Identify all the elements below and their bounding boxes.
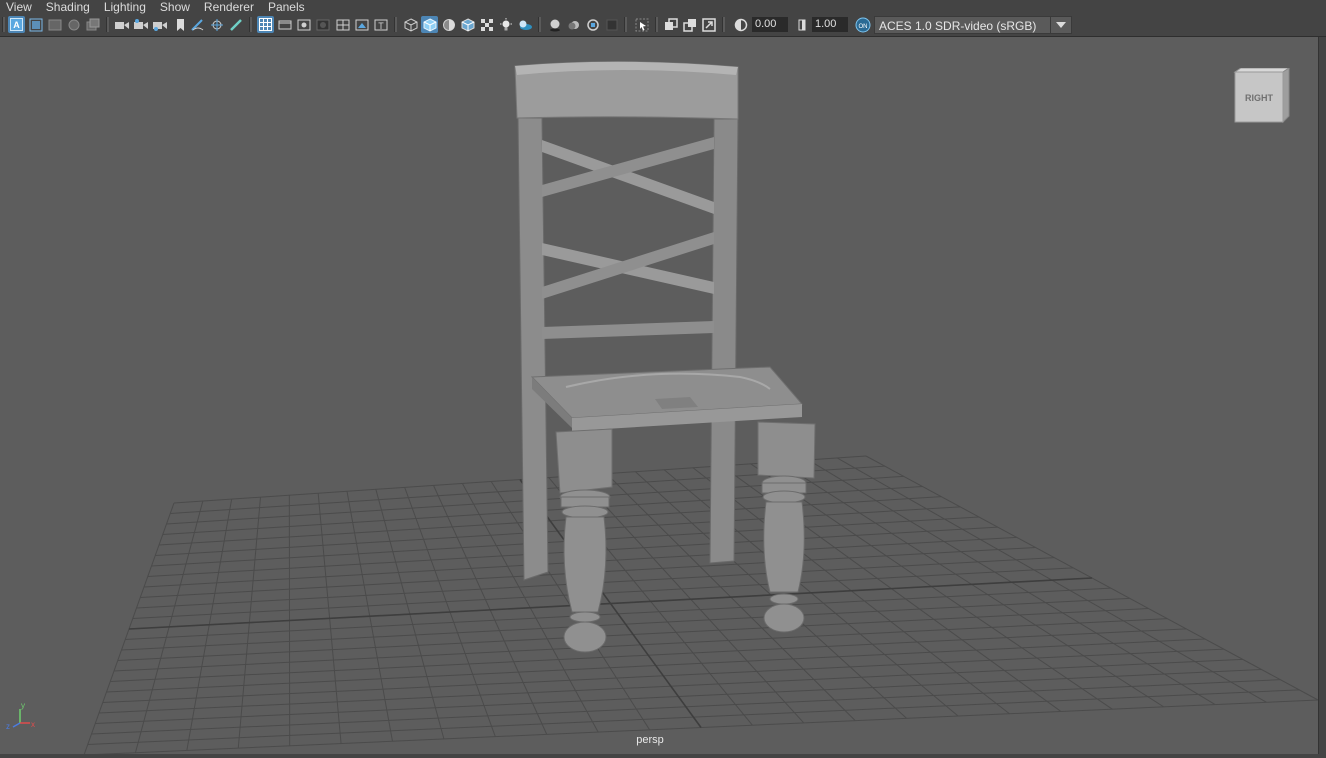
wireframe-on-shaded-icon[interactable] [459,16,476,33]
color-management-badge: ON [858,24,867,30]
image-plane-icon[interactable] [65,16,82,33]
bookmark-icon[interactable] [208,16,225,33]
exposure-icon[interactable] [732,16,749,33]
xray-joints-icon[interactable] [681,16,698,33]
safe-action-icon[interactable] [353,16,370,33]
svg-text:A: A [13,20,20,30]
panel-toolbar: A T 0.00 1.00 ON ACES 1.0 SDR-video (sRG… [0,14,1326,37]
default-material-icon[interactable] [440,16,457,33]
anti-aliasing-icon[interactable] [584,16,601,33]
gamma-field[interactable]: 1.00 [812,17,848,32]
menu-shading[interactable]: Shading [39,0,97,14]
2d-pan-zoom-icon[interactable] [84,16,101,33]
xray-components-icon[interactable] [700,16,717,33]
pencil-icon[interactable] [227,16,244,33]
shadows-icon[interactable] [516,16,533,33]
color-management-icon[interactable]: ON [854,16,871,33]
track-camera-icon[interactable] [151,16,168,33]
safe-title-icon[interactable]: T [372,16,389,33]
depth-of-field-icon[interactable] [603,16,620,33]
axis-z-label: z [6,722,10,731]
color-space-value: ACES 1.0 SDR-video (sRGB) [879,19,1037,33]
bookmark-icon[interactable] [171,16,188,33]
scene-canvas [83,61,1318,754]
axis-y-label: y [21,701,25,710]
panel-bottom-border [0,754,1326,758]
grid-icon[interactable] [257,16,274,33]
bookmarks-icon[interactable] [46,16,63,33]
axis-gizmo: y x z [4,701,38,735]
xray-icon[interactable] [662,16,679,33]
menu-view[interactable]: View [0,0,39,14]
motion-blur-icon[interactable] [565,16,582,33]
menu-lighting[interactable]: Lighting [97,0,153,14]
film-gate-icon[interactable] [276,16,293,33]
use-all-lights-icon[interactable] [497,16,514,33]
menu-panels[interactable]: Panels [261,0,312,14]
gate-mask-icon[interactable] [314,16,331,33]
smooth-shade-icon[interactable] [421,16,438,33]
perspective-viewport[interactable]: RIGHT y x z persp [0,37,1319,754]
axis-x-label: x [31,720,35,729]
grid-line [128,577,1093,630]
isolate-select-icon[interactable] [633,16,650,33]
screen-space-ao-icon[interactable] [546,16,563,33]
wireframe-icon[interactable] [402,16,419,33]
select-camera-icon[interactable]: A [8,16,25,33]
camera-name-label: persp [636,734,664,746]
chevron-down-icon [1050,17,1071,33]
gamma-icon[interactable] [793,16,810,33]
field-chart-icon[interactable] [334,16,351,33]
camera-icon[interactable] [113,16,130,33]
menu-show[interactable]: Show [153,0,197,14]
panel-menubar: View Shading Lighting Show Renderer Pane… [0,0,1326,14]
textured-icon[interactable] [478,16,495,33]
ground-grid [83,455,1318,754]
grease-pencil-icon[interactable] [189,16,206,33]
camera-attributes-icon[interactable] [27,16,44,33]
resolution-gate-icon[interactable] [295,16,312,33]
menu-renderer[interactable]: Renderer [197,0,261,14]
viewcube-face-label: RIGHT [1245,93,1274,103]
svg-text:T: T [378,21,384,31]
view-cube[interactable]: RIGHT [1231,67,1291,124]
color-space-dropdown[interactable]: ACES 1.0 SDR-video (sRGB) [874,16,1072,34]
lock-camera-icon[interactable] [132,16,149,33]
exposure-field[interactable]: 0.00 [752,17,788,32]
panel-right-border [1319,37,1326,758]
